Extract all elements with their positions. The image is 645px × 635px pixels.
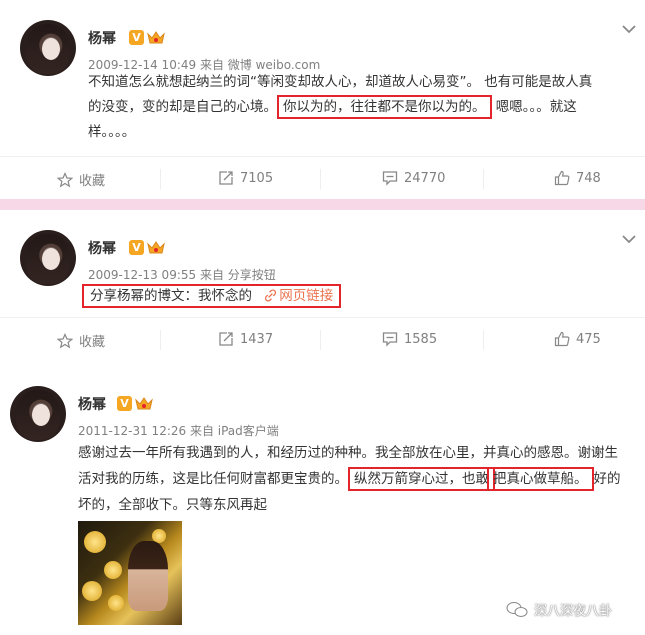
favorite-label: 收藏 — [79, 335, 106, 350]
link-icon — [265, 289, 277, 302]
web-link[interactable]: 网页链接 — [256, 288, 333, 304]
verified-v-icon: V — [117, 396, 132, 411]
star-icon — [57, 332, 73, 349]
comment-count: 1585 — [404, 331, 438, 347]
like-count: 748 — [576, 170, 601, 186]
post-meta: 2009-12-13 09:55 来自 分享按钮 — [88, 268, 276, 282]
highlighted-text-1: 纵然万箭穿心过，也敢 — [348, 467, 495, 491]
vip-crown-icon — [147, 31, 165, 44]
star-icon — [57, 171, 73, 188]
post-photo[interactable] — [78, 521, 182, 625]
divider — [320, 169, 321, 189]
highlighted-text-2: 把真心做草船。 — [487, 467, 594, 491]
feed-divider — [0, 199, 645, 210]
post-meta: 2011-12-31 12:26 来自 iPad客户端 — [78, 424, 279, 438]
wechat-icon — [506, 601, 528, 617]
divider — [160, 169, 161, 189]
post-text: 不知道怎么就想起纳兰的词“等闲变却故人心，却道故人心易变”。 也有可能是故人真的… — [88, 70, 600, 145]
watermark-text: 深八深夜八卦 — [534, 604, 613, 619]
favorite-button[interactable]: 收藏 — [57, 331, 105, 350]
thumbs-up-icon — [554, 170, 570, 186]
repost-icon — [219, 171, 233, 185]
repost-icon — [219, 332, 233, 346]
user-name[interactable]: 杨幂 — [78, 394, 106, 414]
comment-button[interactable]: 1585 — [382, 331, 437, 347]
chevron-down-icon[interactable] — [622, 24, 636, 34]
weibo-post-1: 杨幂 V 2009-12-14 10:49 来自 微博 weibo.com 不知… — [0, 0, 645, 199]
watermark: 深八深夜八卦 — [506, 600, 612, 619]
divider — [483, 330, 484, 350]
share-text: 分享杨幂的博文：我怀念的 — [90, 288, 252, 304]
repost-count: 1437 — [240, 331, 274, 347]
avatar[interactable] — [20, 230, 76, 286]
avatar[interactable] — [20, 20, 76, 76]
like-button[interactable]: 475 — [554, 331, 601, 347]
highlighted-text: 你以为的，往往都不是你以为的。 — [277, 95, 492, 119]
comment-count: 24770 — [404, 170, 446, 186]
thumbs-up-icon — [554, 331, 570, 347]
chevron-down-icon[interactable] — [622, 234, 636, 244]
weibo-post-2: 杨幂 V 2009-12-13 09:55 来自 分享按钮 分享杨幂的博文：我怀… — [0, 210, 645, 360]
repost-count: 7105 — [240, 170, 274, 186]
divider — [320, 330, 321, 350]
repost-button[interactable]: 7105 — [218, 170, 273, 186]
verified-v-icon: V — [129, 30, 144, 45]
repost-button[interactable]: 1437 — [218, 331, 273, 347]
user-name[interactable]: 杨幂 — [88, 28, 116, 48]
divider — [160, 330, 161, 350]
comment-icon — [382, 332, 398, 347]
like-count: 475 — [576, 331, 601, 347]
favorite-label: 收藏 — [79, 174, 106, 189]
action-bar: 收藏 1437 1585 475 — [0, 317, 645, 361]
divider — [483, 169, 484, 189]
avatar[interactable] — [10, 386, 66, 442]
like-button[interactable]: 748 — [554, 170, 601, 186]
post-text: 感谢过去一年所有我遇到的人，和经历过的种种。我全部放在心里，并真心的感恩。谢谢生… — [78, 440, 626, 518]
favorite-button[interactable]: 收藏 — [57, 170, 105, 189]
verified-v-icon: V — [129, 240, 144, 255]
action-bar: 收藏 7105 24770 748 — [0, 156, 645, 200]
vip-crown-icon — [147, 241, 165, 254]
vip-crown-icon — [135, 397, 153, 410]
post-text: 分享杨幂的博文：我怀念的 网页链接 — [82, 284, 342, 309]
highlighted-share: 分享杨幂的博文：我怀念的 网页链接 — [82, 284, 342, 308]
comment-button[interactable]: 24770 — [382, 170, 445, 186]
comment-icon — [382, 171, 398, 186]
web-link-label: 网页链接 — [279, 288, 334, 304]
user-name[interactable]: 杨幂 — [88, 238, 116, 258]
